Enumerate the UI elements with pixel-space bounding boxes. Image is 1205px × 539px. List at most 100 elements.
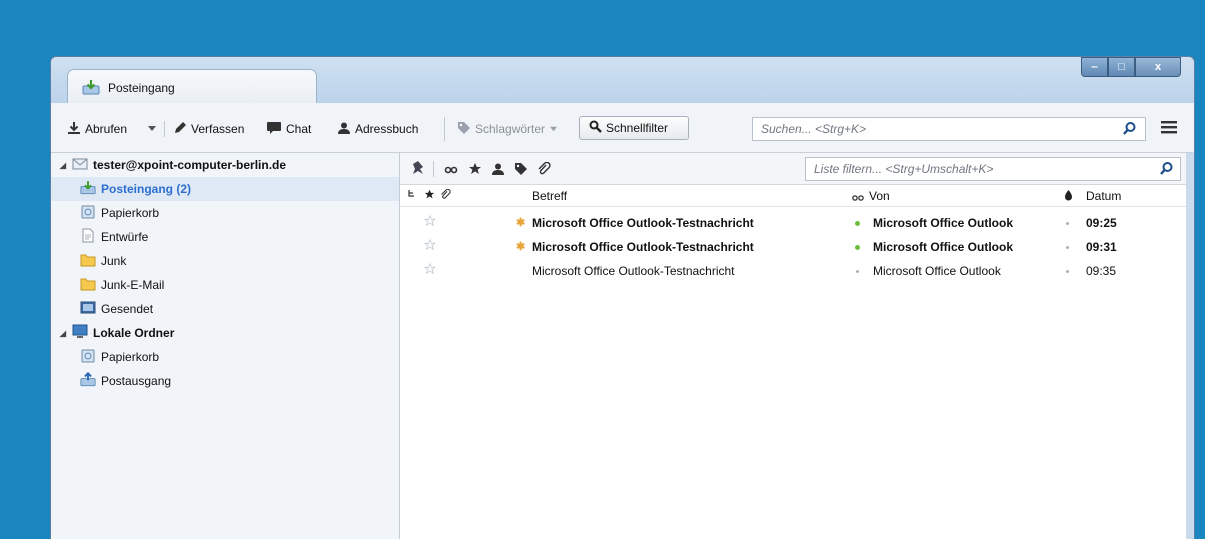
local-folders-label: Lokale Ordner [93, 326, 175, 340]
pencil-icon [173, 121, 187, 138]
filter-input[interactable]: Liste filtern... <Strg+Umschalt+K> [805, 157, 1181, 181]
chevron-down-icon [549, 122, 558, 136]
junk-dot-icon[interactable] [1066, 246, 1069, 249]
account-label: tester@xpoint-computer-berlin.de [93, 158, 287, 172]
minimize-button[interactable]: ‒ [1081, 57, 1108, 77]
thread-column-icon[interactable] [406, 189, 416, 204]
message-row[interactable]: ✱ Microsoft Office Outlook-Testnachricht… [400, 211, 1186, 235]
folder-outbox[interactable]: Postausgang [51, 369, 399, 393]
junk-dot-icon[interactable] [1066, 222, 1069, 225]
tab-label: Posteingang [108, 81, 175, 95]
get-messages-dropdown[interactable] [147, 118, 157, 140]
chevron-down-icon [147, 122, 157, 136]
unread-filter-icon[interactable] [444, 162, 458, 179]
message-date: 09:35 [1086, 264, 1117, 278]
message-row[interactable]: Microsoft Office Outlook-Testnachricht M… [400, 259, 1186, 283]
folder-sent[interactable]: Gesendet [51, 297, 399, 321]
message-from: Microsoft Office Outlook [873, 216, 1014, 230]
app-menu-button[interactable] [1161, 120, 1177, 137]
attachment-icon[interactable] [537, 161, 551, 179]
attachment-column-icon[interactable] [440, 188, 451, 203]
chat-icon [266, 121, 282, 138]
message-from: Microsoft Office Outlook [873, 264, 1001, 278]
compose-button[interactable]: Verfassen [173, 118, 244, 140]
quick-filter-label: Schnellfilter [606, 121, 669, 135]
sent-icon [80, 300, 96, 318]
folder-pane: ◢ tester@xpoint-computer-berlin.de Poste… [51, 153, 400, 539]
thread-pane: Liste filtern... <Strg+Umschalt+K> Betre… [400, 153, 1186, 539]
tags-button[interactable]: Schlagwörter [457, 118, 558, 140]
read-dot-icon[interactable] [855, 221, 860, 226]
message-row[interactable]: ✱ Microsoft Office Outlook-Testnachricht… [400, 235, 1186, 259]
read-dot-icon[interactable] [856, 270, 859, 273]
tab-inbox[interactable]: Posteingang [67, 69, 317, 103]
get-messages-label: Abrufen [85, 122, 128, 136]
folder-icon [80, 276, 96, 294]
computer-icon [72, 324, 88, 342]
address-book-label: Adressbuch [355, 122, 419, 136]
search-icon [1159, 161, 1174, 179]
account-icon [72, 157, 88, 174]
from-column-header[interactable]: Von [869, 189, 890, 203]
trash-icon [80, 204, 96, 222]
star-outline-icon[interactable] [423, 214, 437, 230]
date-column-header[interactable]: Datum [1086, 189, 1121, 203]
folder-label: Junk-E-Mail [101, 278, 165, 292]
message-subject: Microsoft Office Outlook-Testnachricht [532, 240, 754, 254]
star-outline-icon[interactable] [423, 238, 437, 254]
main-toolbar: Abrufen Verfassen Chat Adressbuch Schlag… [51, 103, 1194, 153]
subject-column-header[interactable]: Betreff [532, 189, 567, 203]
account-row[interactable]: ◢ tester@xpoint-computer-berlin.de [51, 153, 399, 177]
folder-label: Posteingang (2) [101, 182, 192, 196]
folder-junk[interactable]: Junk [51, 249, 399, 273]
search-input[interactable]: Suchen... <Strg+K> [752, 117, 1146, 141]
read-dot-icon[interactable] [855, 245, 860, 250]
folder-label: Papierkorb [101, 206, 160, 220]
contact-icon [337, 121, 351, 138]
hamburger-icon [1161, 121, 1177, 137]
download-icon [67, 121, 81, 138]
inbox-icon [82, 79, 100, 98]
folder-icon [80, 252, 96, 270]
star-column-icon[interactable] [424, 189, 435, 203]
message-subject: Microsoft Office Outlook-Testnachricht [532, 216, 754, 230]
local-folders-row[interactable]: ◢ Lokale Ordner [51, 321, 399, 345]
contact-icon[interactable] [491, 162, 505, 179]
quick-filter-button[interactable]: Schnellfilter [579, 116, 689, 140]
inbox-icon [80, 180, 96, 198]
maximize-button[interactable]: □ [1108, 57, 1135, 77]
star-icon[interactable] [468, 162, 482, 179]
chat-button[interactable]: Chat [266, 118, 311, 140]
unread-star-icon: ✱ [516, 241, 526, 253]
junk-dot-icon[interactable] [1066, 270, 1069, 273]
message-date: 09:25 [1086, 216, 1117, 230]
tag-icon [457, 121, 471, 138]
message-from: Microsoft Office Outlook [873, 240, 1014, 254]
read-status-column-icon[interactable] [852, 191, 864, 205]
folder-label: Gesendet [101, 302, 154, 316]
column-header-row: Betreff Von Datum [400, 185, 1186, 207]
expanded-icon: ◢ [59, 160, 67, 170]
window-controls: ‒ □ x [1081, 57, 1181, 77]
junk-column-icon[interactable] [1063, 189, 1074, 204]
folder-label: Papierkorb [101, 350, 160, 364]
folder-label: Entwürfe [101, 230, 149, 244]
expanded-icon: ◢ [59, 328, 67, 338]
star-outline-icon[interactable] [423, 262, 437, 278]
folder-drafts[interactable]: Entwürfe [51, 225, 399, 249]
search-placeholder: Suchen... <Strg+K> [761, 122, 867, 136]
folder-local-trash[interactable]: Papierkorb [51, 345, 399, 369]
folder-label: Postausgang [101, 374, 172, 388]
pin-icon[interactable] [410, 160, 428, 179]
get-messages-button[interactable]: Abrufen [67, 118, 127, 140]
folder-junk-email[interactable]: Junk-E-Mail [51, 273, 399, 297]
search-icon [589, 120, 602, 136]
unread-star-icon: ✱ [516, 217, 526, 229]
drafts-icon [80, 228, 96, 246]
trash-icon [80, 348, 96, 366]
tag-icon[interactable] [514, 162, 528, 179]
folder-trash[interactable]: Papierkorb [51, 201, 399, 225]
folder-inbox[interactable]: Posteingang (2) [51, 177, 399, 201]
close-button[interactable]: x [1135, 57, 1181, 77]
address-book-button[interactable]: Adressbuch [337, 118, 418, 140]
